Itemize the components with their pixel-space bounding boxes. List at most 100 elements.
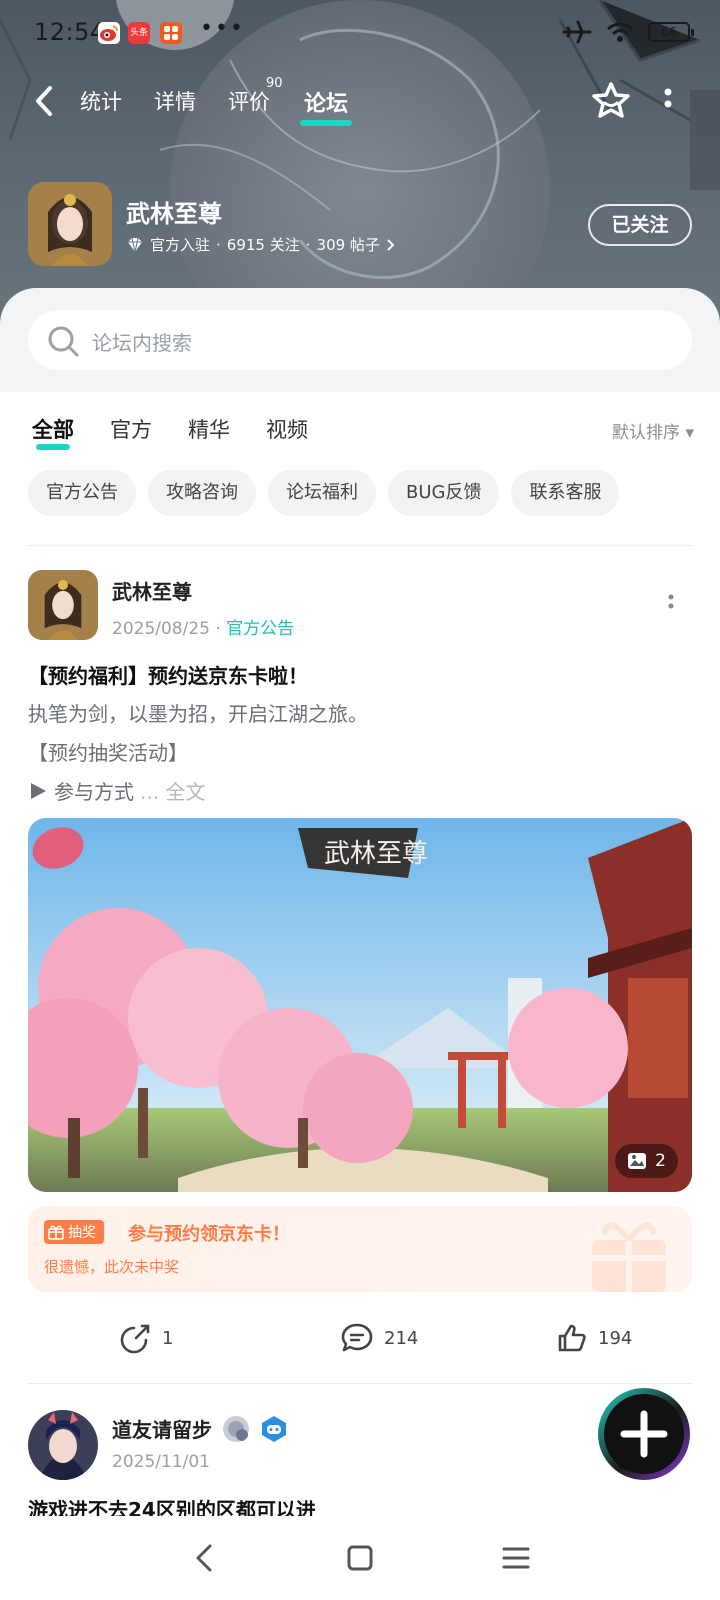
tab-forum-label: 论坛 (304, 92, 349, 117)
follow-button[interactable]: 已关注 (588, 204, 692, 246)
post-expand[interactable]: 参与方式 ... 全文 (28, 776, 205, 805)
sort-dropdown[interactable]: 默认排序 ▾ (612, 418, 694, 443)
tab-featured[interactable]: 精华 (188, 414, 230, 444)
game-header: 12:54 头条 ••• 66 统计 详情 评价 90 论坛 武林至尊 官方入驻… (0, 0, 720, 330)
caret-down-icon: ▾ (685, 423, 694, 443)
status-time: 12:54 (34, 18, 106, 46)
post-actions: 1 214 194 (0, 1316, 720, 1360)
top-nav: 统计 详情 评价 90 论坛 (0, 74, 720, 130)
game-name: 武林至尊 (126, 200, 222, 228)
official-label: 官方入驻 (150, 236, 211, 254)
share-button[interactable]: 1 (120, 1316, 173, 1360)
tab-forum[interactable]: 论坛 (300, 86, 353, 126)
level-badge-icon (223, 1415, 249, 1442)
tab-official[interactable]: 官方 (110, 414, 152, 444)
share-count: 1 (162, 1327, 174, 1349)
active-tab-indicator (300, 120, 353, 126)
search-placeholder: 论坛内搜索 (92, 331, 192, 355)
comment-count: 214 (384, 1327, 419, 1349)
post-body-line: 执笔为剑，以墨为招，开启江湖之旅。 (28, 702, 368, 726)
post2-date: 2025/11/01 (112, 1452, 210, 1472)
post-body-line: 【预约抽奖活动】 (28, 741, 188, 765)
full-text-link[interactable]: ... 全文 (140, 776, 205, 805)
game-icon[interactable] (28, 182, 112, 266)
lottery-card[interactable]: 抽奖 参与预约领京东卡！ 很遗憾，此次未中奖 (28, 1206, 692, 1292)
diamond-icon (128, 237, 142, 252)
meta-separator: · (215, 619, 227, 639)
favorite-star-icon[interactable] (590, 80, 632, 122)
category-chips: 官方公告 攻略咨询 论坛福利 BUG反馈 联系客服 (28, 470, 620, 516)
avatar[interactable] (28, 570, 98, 640)
stats-separator: · (305, 235, 311, 254)
status-bar: 12:54 头条 ••• 66 (0, 14, 720, 54)
stats-separator: · (216, 235, 221, 254)
lottery-badge: 抽奖 (44, 1220, 104, 1244)
search-input[interactable]: 论坛内搜索 (28, 310, 692, 370)
image-icon (628, 1153, 647, 1169)
post-meta: 2025/08/25 · 官方公告 (112, 614, 294, 639)
post-more-icon[interactable] (666, 592, 676, 616)
system-home-icon[interactable] (340, 1538, 380, 1578)
avatar[interactable] (28, 1410, 98, 1480)
tab-details[interactable]: 详情 (154, 86, 196, 116)
battery-icon: 66 (648, 22, 694, 42)
thumbs-up-icon (558, 1324, 586, 1352)
tab-all[interactable]: 全部 (32, 414, 74, 450)
followers-count: 6915 关注 (226, 236, 300, 254)
lottery-badge-label: 抽奖 (68, 1225, 96, 1241)
search-panel: 论坛内搜索 (0, 288, 720, 392)
sort-label: 默认排序 (612, 423, 681, 443)
toutiao-icon: 头条 (128, 22, 150, 44)
comment-icon (341, 1323, 373, 1352)
more-options-icon[interactable] (660, 84, 676, 118)
comment-button[interactable]: 214 (340, 1316, 418, 1360)
tab-reviews[interactable]: 评价 (228, 86, 270, 116)
chip-announcements[interactable]: 官方公告 (28, 470, 136, 516)
post2-author-name: 道友请留步 (112, 1418, 212, 1442)
chip-customer-service[interactable]: 联系客服 (511, 470, 620, 516)
review-count-badge: 90 (266, 76, 283, 91)
shopping-app-icon (160, 22, 182, 44)
system-menu-icon[interactable] (496, 1538, 536, 1578)
post-category-tag[interactable]: 官方公告 (226, 619, 294, 639)
active-tab-indicator (36, 444, 70, 450)
like-button[interactable]: 194 (556, 1316, 632, 1360)
game-stats[interactable]: 官方入驻 · 6915 关注 · 309 帖子 (126, 234, 396, 255)
wifi-icon (607, 22, 633, 42)
more-notifications-icon: ••• (200, 16, 245, 41)
posts-count: 309 帖子 (316, 236, 380, 254)
chevron-right-icon (387, 238, 395, 251)
post-date: 2025/08/25 (112, 619, 210, 639)
gift-icon (592, 1222, 666, 1292)
system-navigation-bar (0, 1516, 720, 1600)
system-back-icon[interactable] (184, 1538, 224, 1578)
game-info: 武林至尊 官方入驻 · 6915 关注 · 309 帖子 已关注 (0, 182, 720, 272)
share-icon (120, 1324, 150, 1354)
like-count: 194 (598, 1327, 633, 1349)
search-icon (48, 326, 79, 357)
lottery-result: 很遗憾，此次未中奖 (44, 1258, 180, 1276)
tab-video[interactable]: 视频 (266, 414, 308, 444)
expand-label: 参与方式 (54, 780, 134, 804)
divider (28, 545, 692, 546)
gift-icon (48, 1225, 64, 1240)
tab-stats[interactable]: 统计 (80, 86, 122, 116)
airplane-mode-icon (562, 20, 592, 44)
create-post-button[interactable] (596, 1386, 692, 1482)
filter-tabs: 全部 官方 精华 视频 默认排序 ▾ (0, 400, 720, 450)
back-arrow-icon[interactable] (30, 84, 60, 118)
tab-all-label: 全部 (32, 418, 74, 442)
post-image[interactable]: 武林至尊 2 (28, 818, 692, 1192)
post-title[interactable]: 【预约福利】预约送京东卡啦！ (28, 660, 308, 689)
post-author[interactable]: 武林至尊 (112, 576, 192, 605)
divider (28, 1383, 692, 1384)
chip-welfare[interactable]: 论坛福利 (268, 470, 376, 516)
chip-guides[interactable]: 攻略咨询 (148, 470, 256, 516)
image-count: 2 (655, 1151, 666, 1171)
play-triangle-icon (31, 782, 46, 799)
post2-author[interactable]: 道友请留步 (112, 1414, 288, 1443)
gamepad-badge-icon (262, 1415, 286, 1442)
image-count-badge: 2 (615, 1144, 678, 1178)
lottery-title: 参与预约领京东卡！ (128, 1224, 290, 1245)
chip-bug-report[interactable]: BUG反馈 (388, 470, 500, 516)
